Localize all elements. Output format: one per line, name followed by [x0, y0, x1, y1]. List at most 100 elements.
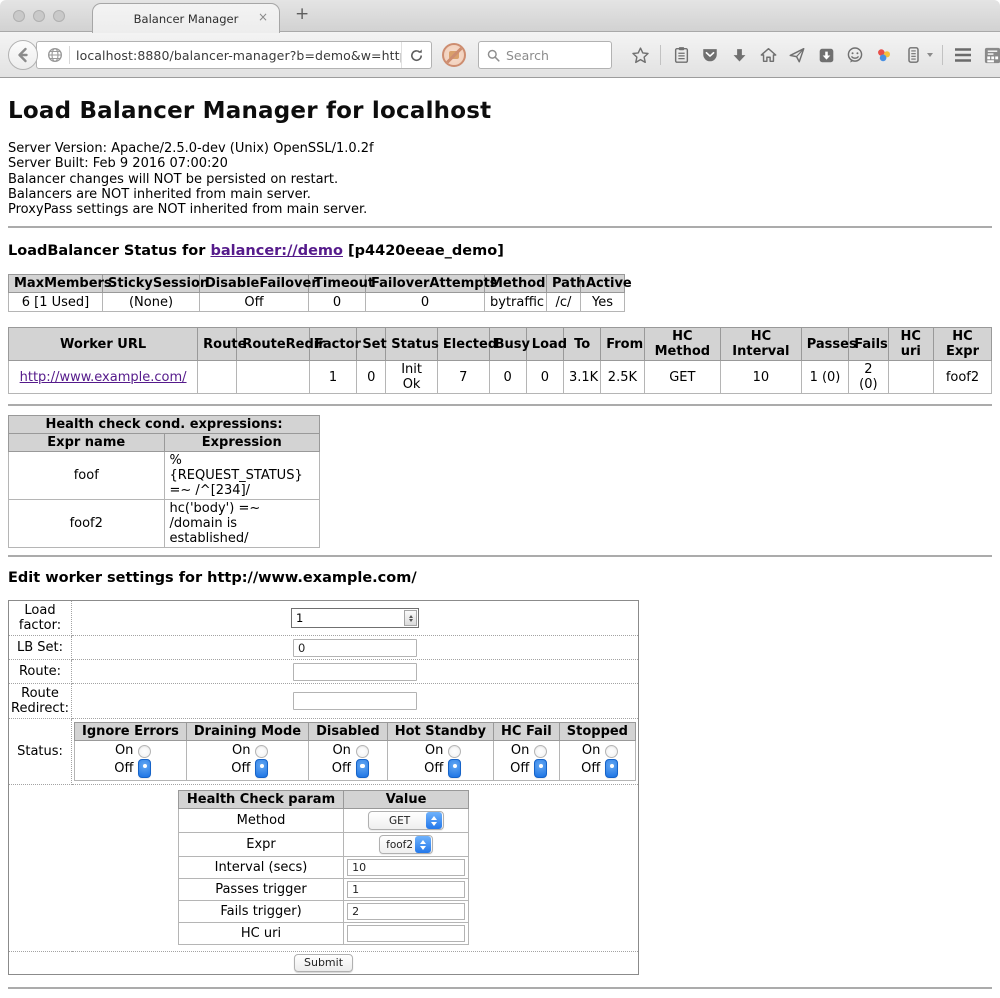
- tab-bar: Balancer Manager × +: [0, 0, 1000, 32]
- col-elected: Elected: [437, 328, 489, 361]
- window-close-button[interactable]: [13, 10, 25, 22]
- downloads-icon[interactable]: [728, 44, 750, 66]
- balancer-demo-link[interactable]: balancer://demo: [210, 243, 343, 259]
- container-dropdown-caret-icon[interactable]: [927, 53, 933, 57]
- hc-fail-off-radio[interactable]: [534, 759, 547, 778]
- form-row-lb-set: LB Set:: [9, 636, 639, 660]
- fails-label: Fails trigger): [178, 901, 343, 923]
- url-text[interactable]: localhost:8880/balancer-manager?b=demo&w…: [76, 48, 401, 63]
- window-zoom-button[interactable]: [53, 10, 65, 22]
- method-select[interactable]: GET: [368, 811, 444, 830]
- cell-route: [198, 361, 237, 394]
- chat-smiley-icon[interactable]: [844, 44, 866, 66]
- expr-selected-value: foof2: [380, 839, 415, 851]
- tab-close-icon[interactable]: ×: [258, 11, 268, 23]
- disabled-off-radio[interactable]: [356, 759, 369, 778]
- cell-load: 0: [526, 361, 563, 394]
- table-header-row: Worker URL Route RouteRedir Factor Set S…: [9, 328, 992, 361]
- col-set: Set: [357, 328, 386, 361]
- browser-tab[interactable]: Balancer Manager ×: [92, 3, 280, 33]
- load-factor-value: 1: [296, 611, 404, 625]
- draining-mode-on-radio[interactable]: [255, 745, 268, 758]
- divider: [8, 404, 992, 406]
- reading-list-icon[interactable]: [670, 44, 692, 66]
- form-row-submit: Submit: [9, 952, 639, 975]
- hc-row-method: Method GET: [178, 809, 468, 833]
- interval-input[interactable]: [347, 859, 465, 876]
- disabled-on-radio[interactable]: [356, 745, 369, 758]
- edit-worker-table: Load factor: 1 LB Set: Route: Route Redi…: [8, 600, 639, 975]
- colors-extension-icon[interactable]: [873, 44, 895, 66]
- hc-uri-input[interactable]: [347, 925, 465, 942]
- on-label: On: [419, 743, 443, 759]
- submit-button[interactable]: Submit: [294, 954, 353, 972]
- col-load: Load: [526, 328, 563, 361]
- off-label: Off: [576, 761, 600, 777]
- content-blocker-icon[interactable]: [442, 43, 466, 67]
- proxypass-warning-line: ProxyPass settings are NOT inherited fro…: [8, 202, 992, 217]
- cell-maxmembers: 6 [1 Used]: [9, 293, 103, 312]
- status-radio-row: On Off On Off On Off On: [75, 741, 636, 781]
- col-status: Status: [386, 328, 438, 361]
- window-controls: [13, 10, 65, 22]
- divider: [8, 987, 992, 989]
- passes-input[interactable]: [347, 881, 465, 898]
- lb-set-input[interactable]: [293, 639, 417, 657]
- back-button[interactable]: [8, 40, 38, 70]
- col-busy: Busy: [489, 328, 526, 361]
- site-identity-globe-icon[interactable]: [47, 47, 63, 63]
- pocket-icon[interactable]: [699, 44, 721, 66]
- new-tab-button[interactable]: +: [295, 4, 309, 24]
- hot-standby-off-radio[interactable]: [448, 759, 461, 778]
- window-minimize-button[interactable]: [33, 10, 45, 22]
- ignore-errors-off-radio[interactable]: [138, 759, 151, 778]
- table-row: 6 [1 Used] (None) Off 0 0 bytraffic /c/ …: [9, 293, 625, 312]
- cell-status: Init Ok: [386, 361, 438, 394]
- cell-hc-method: GET: [644, 361, 720, 394]
- number-spinner-icon[interactable]: [404, 610, 417, 626]
- status-cell-ignore-errors: On Off: [75, 741, 187, 781]
- reload-button[interactable]: [401, 42, 431, 68]
- stopped-off-radio[interactable]: [605, 759, 618, 778]
- cell-timeout: 0: [309, 293, 366, 312]
- grid-panel-icon[interactable]: [981, 44, 1000, 66]
- worker-url-link[interactable]: http://www.example.com/: [20, 370, 187, 385]
- col-expression: Expression: [164, 434, 320, 452]
- fails-input[interactable]: [347, 903, 465, 920]
- hc-fail-on-radio[interactable]: [534, 745, 547, 758]
- toolbar-separator: [660, 45, 661, 65]
- search-icon: [487, 49, 500, 62]
- route-redirect-input[interactable]: [293, 692, 417, 710]
- route-input[interactable]: [293, 663, 417, 681]
- col-stickysession: StickySession: [103, 275, 200, 293]
- status-cell-stopped: On Off: [559, 741, 635, 781]
- route-redirect-label: Route Redirect:: [9, 684, 72, 719]
- ignore-errors-on-radio[interactable]: [138, 745, 151, 758]
- table-header-row: MaxMembers StickySession DisableFailover…: [9, 275, 625, 293]
- form-row-load-factor: Load factor: 1: [9, 601, 639, 636]
- expr-select[interactable]: foof2: [379, 835, 433, 854]
- off-label: Off: [505, 761, 529, 777]
- workers-table: Worker URL Route RouteRedir Factor Set S…: [8, 327, 992, 394]
- send-icon[interactable]: [786, 44, 808, 66]
- menu-hamburger-icon[interactable]: [952, 44, 974, 66]
- off-label: Off: [327, 761, 351, 777]
- load-factor-input[interactable]: 1: [291, 608, 419, 628]
- col-disablefailover: DisableFailover: [200, 275, 309, 293]
- home-icon[interactable]: [757, 44, 779, 66]
- stopped-on-radio[interactable]: [605, 745, 618, 758]
- cell-passes: 1 (0): [801, 361, 849, 394]
- status-cell-draining-mode: On Off: [186, 741, 308, 781]
- hot-standby-on-radio[interactable]: [448, 745, 461, 758]
- balancers-warning-line: Balancers are NOT inherited from main se…: [8, 187, 992, 202]
- url-bar[interactable]: localhost:8880/balancer-manager?b=demo&w…: [36, 41, 432, 69]
- bookmark-star-icon[interactable]: [629, 44, 651, 66]
- draining-mode-off-radio[interactable]: [255, 759, 268, 778]
- download-panel-icon[interactable]: [815, 44, 837, 66]
- cell-busy: 0: [489, 361, 526, 394]
- search-bar[interactable]: Search: [478, 41, 612, 69]
- container-extension-icon[interactable]: [902, 44, 924, 66]
- cell-fails: 2 (0): [849, 361, 888, 394]
- col-factor: Factor: [309, 328, 357, 361]
- heading-prefix: LoadBalancer Status for: [8, 243, 210, 259]
